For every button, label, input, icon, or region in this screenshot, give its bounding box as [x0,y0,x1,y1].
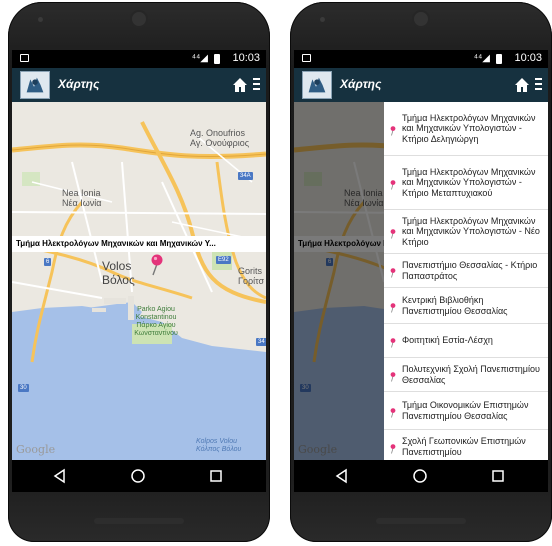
map-pin-icon [390,125,396,136]
back-icon[interactable] [334,468,350,484]
google-logo: Google [16,443,56,456]
map-label-volos: Volos [102,259,132,273]
map-pin-icon [390,179,396,190]
drawer-item-label: Κεντρική Βιβλιοθήκη Πανεπιστημίου Θεσσαλ… [402,295,508,316]
home-icon[interactable] [514,77,530,93]
home-icon[interactable] [232,77,248,93]
drawer-item[interactable]: Πανεπιστήμιο Θεσσαλίας - Κτήριο Παπαστρά… [384,254,548,288]
drawer-item-label: Τμήμα Ηλεκτρολόγων Μηχανικών και Μηχανικ… [402,112,536,144]
map-label-park: Parko Agiou Konstantinou Πάρκο Αγίου Κων… [134,306,178,337]
map-pin-icon [390,407,396,418]
drawer-item[interactable]: Τμήμα Ηλεκτρολόγων Μηχανικών και Μηχανικ… [384,210,548,254]
map-label-nea-ionia: Nea Ionia [62,188,101,198]
drawer-item-label: Τμήμα Οικονομικών Επιστημών Πανεπιστημίο… [402,400,529,421]
road-badge-30: 30 [18,384,29,392]
map-label-volos-gr: Βόλος [102,273,135,287]
drawer-item-label: Πανεπιστήμιο Θεσσαλίας - Κτήριο Παπαστρά… [402,260,538,281]
phone-left: ⁴⁴◢ 10:03 Χάρτης Ag. Onoufrios Αγ. Ονούφ… [8,2,270,542]
map-pin-icon [390,443,396,454]
sim-card-icon [20,54,29,62]
status-bar: ⁴⁴◢ 10:03 [294,50,548,68]
map-pin-icon [390,302,396,313]
drawer-item[interactable]: Κεντρική Βιβλιοθήκη Πανεπιστημίου Θεσσαλ… [384,288,548,324]
app-title: Χάρτης [340,77,382,91]
front-camera [320,17,325,22]
drawer-item[interactable]: Τμήμα Ηλεκτρολόγων Μηχανικών και Μηχανικ… [384,102,548,156]
drawer-item-label: Τμήμα Ηλεκτρολόγων Μηχανικών και Μηχανικ… [402,166,536,198]
battery-icon [214,54,220,64]
map-label-ag-onoufrios: Ag. Onoufrios [190,128,246,138]
road-badge-6: 6 [44,258,52,266]
drawer-item-label: Σχολή Γεωπονικών Επιστημών Πανεπιστημίου [402,436,526,457]
app-bar: Χάρτης [294,68,548,102]
status-bar: ⁴⁴◢ 10:03 [12,50,266,68]
front-camera [38,17,43,22]
road-badge-34a: 34A [238,172,253,180]
map-label-ag-onoufrios-gr: Αγ. Ονούφριος [190,138,250,148]
app-bar: Χάρτης [12,68,266,102]
signal-icon: ⁴⁴◢ [473,53,490,64]
drawer-item-label: Πολυτεχνική Σχολή Πανεπιστημίου Θεσσαλία… [402,364,540,385]
recents-icon[interactable] [490,468,506,484]
map-label-gorits: Gorits [238,266,263,276]
map-pin-icon [390,228,396,239]
drawer-item-label: Φοιτητική Εστία-Λέσχη [402,335,493,346]
bottom-speaker-grille [376,518,466,524]
drawer-item[interactable]: Τμήμα Ηλεκτρολόγων Μηχανικών και Μηχανικ… [384,156,548,210]
drawer-item[interactable]: Τμήμα Οικονομικών Επιστημών Πανεπιστημίο… [384,392,548,430]
home-circle-icon[interactable] [412,468,428,484]
map-pin-icon [390,337,396,348]
drawer-item[interactable]: Φοιτητική Εστία-Λέσχη [384,324,548,358]
status-time: 10:03 [514,52,542,64]
road-badge-e92: E92 [216,256,231,264]
map-label-kolpos-volou: Kolpos Volou Κόλπος Βόλου [196,438,242,453]
back-icon[interactable] [52,468,68,484]
drawer-item[interactable]: Πολυτεχνική Σχολή Πανεπιστημίου Θεσσαλία… [384,358,548,392]
screen: ⁴⁴◢ 10:03 Χάρτης [294,50,548,492]
screen: ⁴⁴◢ 10:03 Χάρτης [12,50,266,492]
signal-icon: ⁴⁴◢ [191,53,208,64]
map-pin-icon [390,371,396,382]
marker-info-banner[interactable]: Τμήμα Ηλεκτρολόγων Μηχανικών και Μηχανικ… [12,236,266,252]
battery-icon [496,54,502,64]
drawer-item-label: Τμήμα Ηλεκτρολόγων Μηχανικών και Μηχανικ… [402,215,540,247]
road-badge-34: 34 [256,338,266,346]
map-label-gorits-gr: Γορίτσ [238,276,265,286]
navigation-bar [12,460,266,492]
bottom-speaker-grille [94,518,184,524]
drawer-item[interactable]: Σχολή Γεωπονικών Επιστημών Πανεπιστημίου [384,430,548,460]
university-logo[interactable] [20,71,50,99]
earpiece-speaker [132,12,146,26]
phone-right: ⁴⁴◢ 10:03 Χάρτης Τμήμα Ηλεκτρολόγων Μηχα… [290,2,552,542]
app-title: Χάρτης [58,77,100,91]
home-circle-icon[interactable] [130,468,146,484]
sim-card-icon [302,54,311,62]
map-view[interactable]: Ag. Onoufrios Αγ. Ονούφριος Nea Ionia Νέ… [12,102,266,460]
earpiece-speaker [414,12,428,26]
recents-icon[interactable] [208,468,224,484]
navigation-bar [294,460,548,492]
map-pin-icon[interactable] [150,254,164,276]
overflow-menu-icon[interactable] [253,78,260,92]
university-logo[interactable] [302,71,332,99]
overflow-menu-icon[interactable] [535,78,542,92]
status-time: 10:03 [232,52,260,64]
map-label-nea-ionia-gr: Νέα Ιωνία [62,198,102,208]
map-pin-icon [390,267,396,278]
map-base-layer [12,102,266,460]
places-drawer: Τμήμα Ηλεκτρολόγων Μηχανικών και Μηχανικ… [384,102,548,460]
